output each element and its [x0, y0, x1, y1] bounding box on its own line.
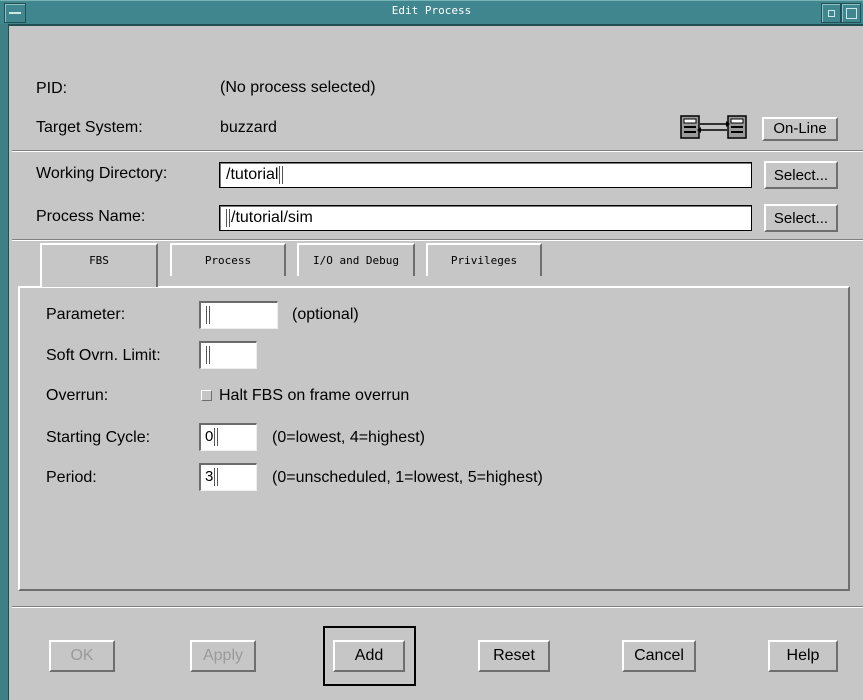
network-link-icon	[680, 114, 747, 140]
starting-cycle-input[interactable]: 0	[199, 423, 257, 451]
pid-value: (No process selected)	[220, 79, 376, 96]
period-hint: (0=unscheduled, 1=lowest, 5=highest)	[272, 469, 543, 486]
cancel-button[interactable]: Cancel	[622, 640, 696, 672]
soft-overrun-limit-input[interactable]	[199, 341, 257, 369]
divider	[12, 150, 863, 152]
text-cursor	[279, 165, 284, 184]
tab-privileges[interactable]: Privileges	[426, 243, 542, 276]
reset-button[interactable]: Reset	[478, 640, 550, 672]
text-cursor	[206, 306, 210, 325]
divider	[12, 239, 863, 241]
pid-label: PID:	[36, 80, 68, 97]
tab-process[interactable]: Process	[170, 243, 286, 276]
edit-process-window: Edit Process PID: (No process selected) …	[0, 0, 863, 700]
text-cursor	[206, 346, 210, 365]
tab-fbs[interactable]: FBS	[40, 243, 158, 287]
online-button[interactable]: On-Line	[762, 117, 838, 141]
tab-io-and-debug[interactable]: I/O and Debug	[297, 243, 415, 276]
parameter-input[interactable]	[199, 301, 278, 329]
process-name-select-button[interactable]: Select...	[764, 204, 838, 232]
parameter-label: Parameter:	[46, 306, 126, 323]
working-directory-input[interactable]: /tutorial	[219, 162, 752, 188]
divider	[12, 606, 863, 608]
maximize-icon[interactable]	[841, 3, 861, 23]
ok-button[interactable]: OK	[49, 640, 115, 672]
halt-fbs-checkbox[interactable]	[201, 390, 212, 401]
period-input[interactable]: 3	[199, 463, 257, 491]
window-title: Edit Process	[391, 4, 472, 17]
process-name-input[interactable]: /tutorial/sim	[219, 205, 752, 231]
parameter-hint: (optional)	[292, 306, 359, 323]
overrun-label: Overrun:	[46, 387, 109, 404]
window-frame-left[interactable]	[0, 24, 9, 700]
title-bar[interactable]: Edit Process	[0, 0, 863, 26]
text-cursor	[226, 208, 230, 227]
halt-fbs-checkbox-label[interactable]: Halt FBS on frame overrun	[219, 387, 409, 405]
add-button[interactable]: Add	[333, 640, 405, 672]
starting-cycle-label: Starting Cycle:	[46, 429, 151, 446]
target-system-label: Target System:	[36, 119, 143, 136]
help-button[interactable]: Help	[768, 640, 838, 672]
process-name-label: Process Name:	[36, 208, 146, 225]
starting-cycle-hint: (0=lowest, 4=highest)	[272, 429, 425, 446]
text-cursor	[214, 468, 219, 487]
working-directory-select-button[interactable]: Select...	[764, 161, 838, 189]
period-label: Period:	[46, 469, 97, 486]
working-directory-label: Working Directory:	[36, 165, 168, 182]
apply-button[interactable]: Apply	[190, 640, 256, 672]
minimize-icon[interactable]	[821, 3, 841, 23]
target-system-value: buzzard	[220, 119, 277, 136]
text-cursor	[214, 428, 219, 447]
soft-overrun-limit-label: Soft Ovrn. Limit:	[46, 347, 161, 364]
